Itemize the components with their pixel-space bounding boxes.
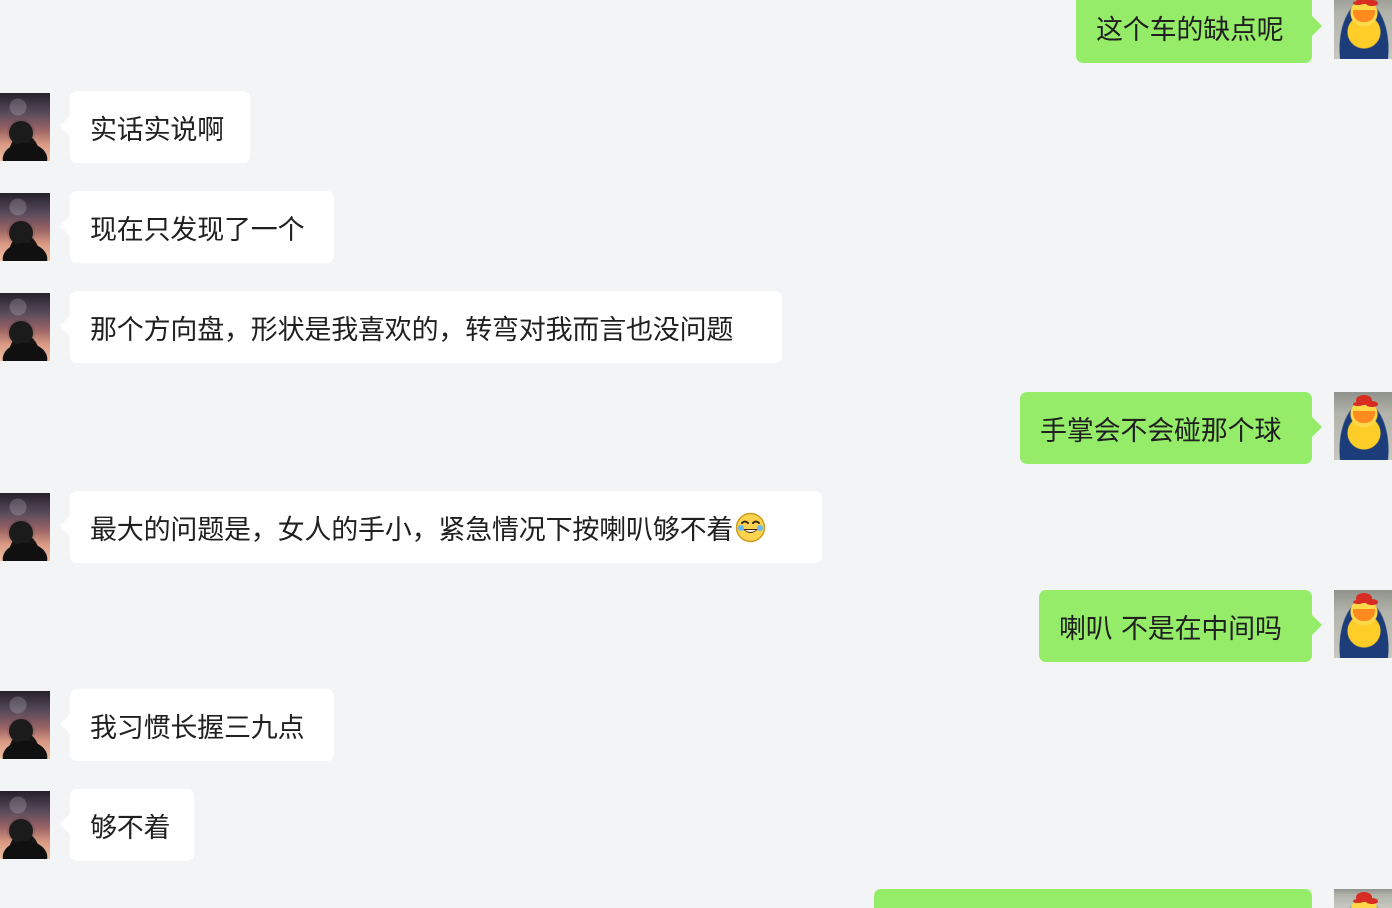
message-row: 那个方向盘，形状是我喜欢的，转弯对我而言也没问题 [0,291,1392,363]
message-row: 喇叭 不是在中间吗 [0,590,1392,662]
incoming-message-bubble[interactable]: 够不着 [60,789,194,861]
message-text: 最大的问题是，女人的手小，紧急情况下按喇叭够不着 [90,514,734,546]
message-row: 手掌会不会碰那个球 [0,392,1392,464]
duck-avatar-icon[interactable] [1334,392,1392,460]
chat-transcript: 这个车的缺点呢 实话实说啊 现在只发现了一个 那个方向盘，形状是我喜欢的，转弯对… [0,0,1392,908]
duck-avatar-icon[interactable] [1334,590,1392,658]
message-row: 够不着 [0,789,1392,861]
outgoing-message-bubble[interactable]: 这个车的缺点呢 [1076,0,1322,63]
incoming-message-bubble[interactable]: 那个方向盘，形状是我喜欢的，转弯对我而言也没问题 [60,291,782,363]
message-row: 现在只发现了一个 [0,191,1392,263]
message-row: 最大的问题是，女人的手小，紧急情况下按喇叭够不着 [0,491,1392,563]
outgoing-message-bubble[interactable]: 手掌会不会碰那个球 [1020,392,1322,464]
message-text: 我习惯长握三九点 [90,712,305,744]
cropped-outgoing-message-bubble [874,889,1312,908]
message-row: 这个车的缺点呢 [0,0,1392,72]
cropped-duck-avatar-icon [1334,889,1392,908]
laughing-tears-emoji-icon [735,512,766,543]
incoming-message-bubble[interactable]: 现在只发现了一个 [60,191,334,263]
silhouette-avatar-icon[interactable] [0,791,50,859]
silhouette-avatar-icon[interactable] [0,293,50,361]
message-text: 喇叭 不是在中间吗 [1059,613,1282,645]
incoming-message-bubble[interactable]: 实话实说啊 [60,91,250,163]
message-text: 这个车的缺点呢 [1096,14,1284,46]
silhouette-avatar-icon[interactable] [0,493,50,561]
message-row: 我习惯长握三九点 [0,689,1392,761]
duck-avatar-icon[interactable] [1334,0,1392,59]
outgoing-message-bubble[interactable]: 喇叭 不是在中间吗 [1039,590,1322,662]
message-text: 实话实说啊 [90,114,224,146]
incoming-message-bubble[interactable]: 最大的问题是，女人的手小，紧急情况下按喇叭够不着 [60,491,822,563]
silhouette-avatar-icon[interactable] [0,193,50,261]
message-row: 实话实说啊 [0,91,1392,163]
silhouette-avatar-icon[interactable] [0,691,50,759]
incoming-message-bubble[interactable]: 我习惯长握三九点 [60,689,334,761]
message-text: 够不着 [90,812,171,844]
message-text: 手掌会不会碰那个球 [1040,415,1282,447]
message-text: 那个方向盘，形状是我喜欢的，转弯对我而言也没问题 [90,314,734,346]
message-text: 现在只发现了一个 [90,214,305,246]
silhouette-avatar-icon[interactable] [0,93,50,161]
